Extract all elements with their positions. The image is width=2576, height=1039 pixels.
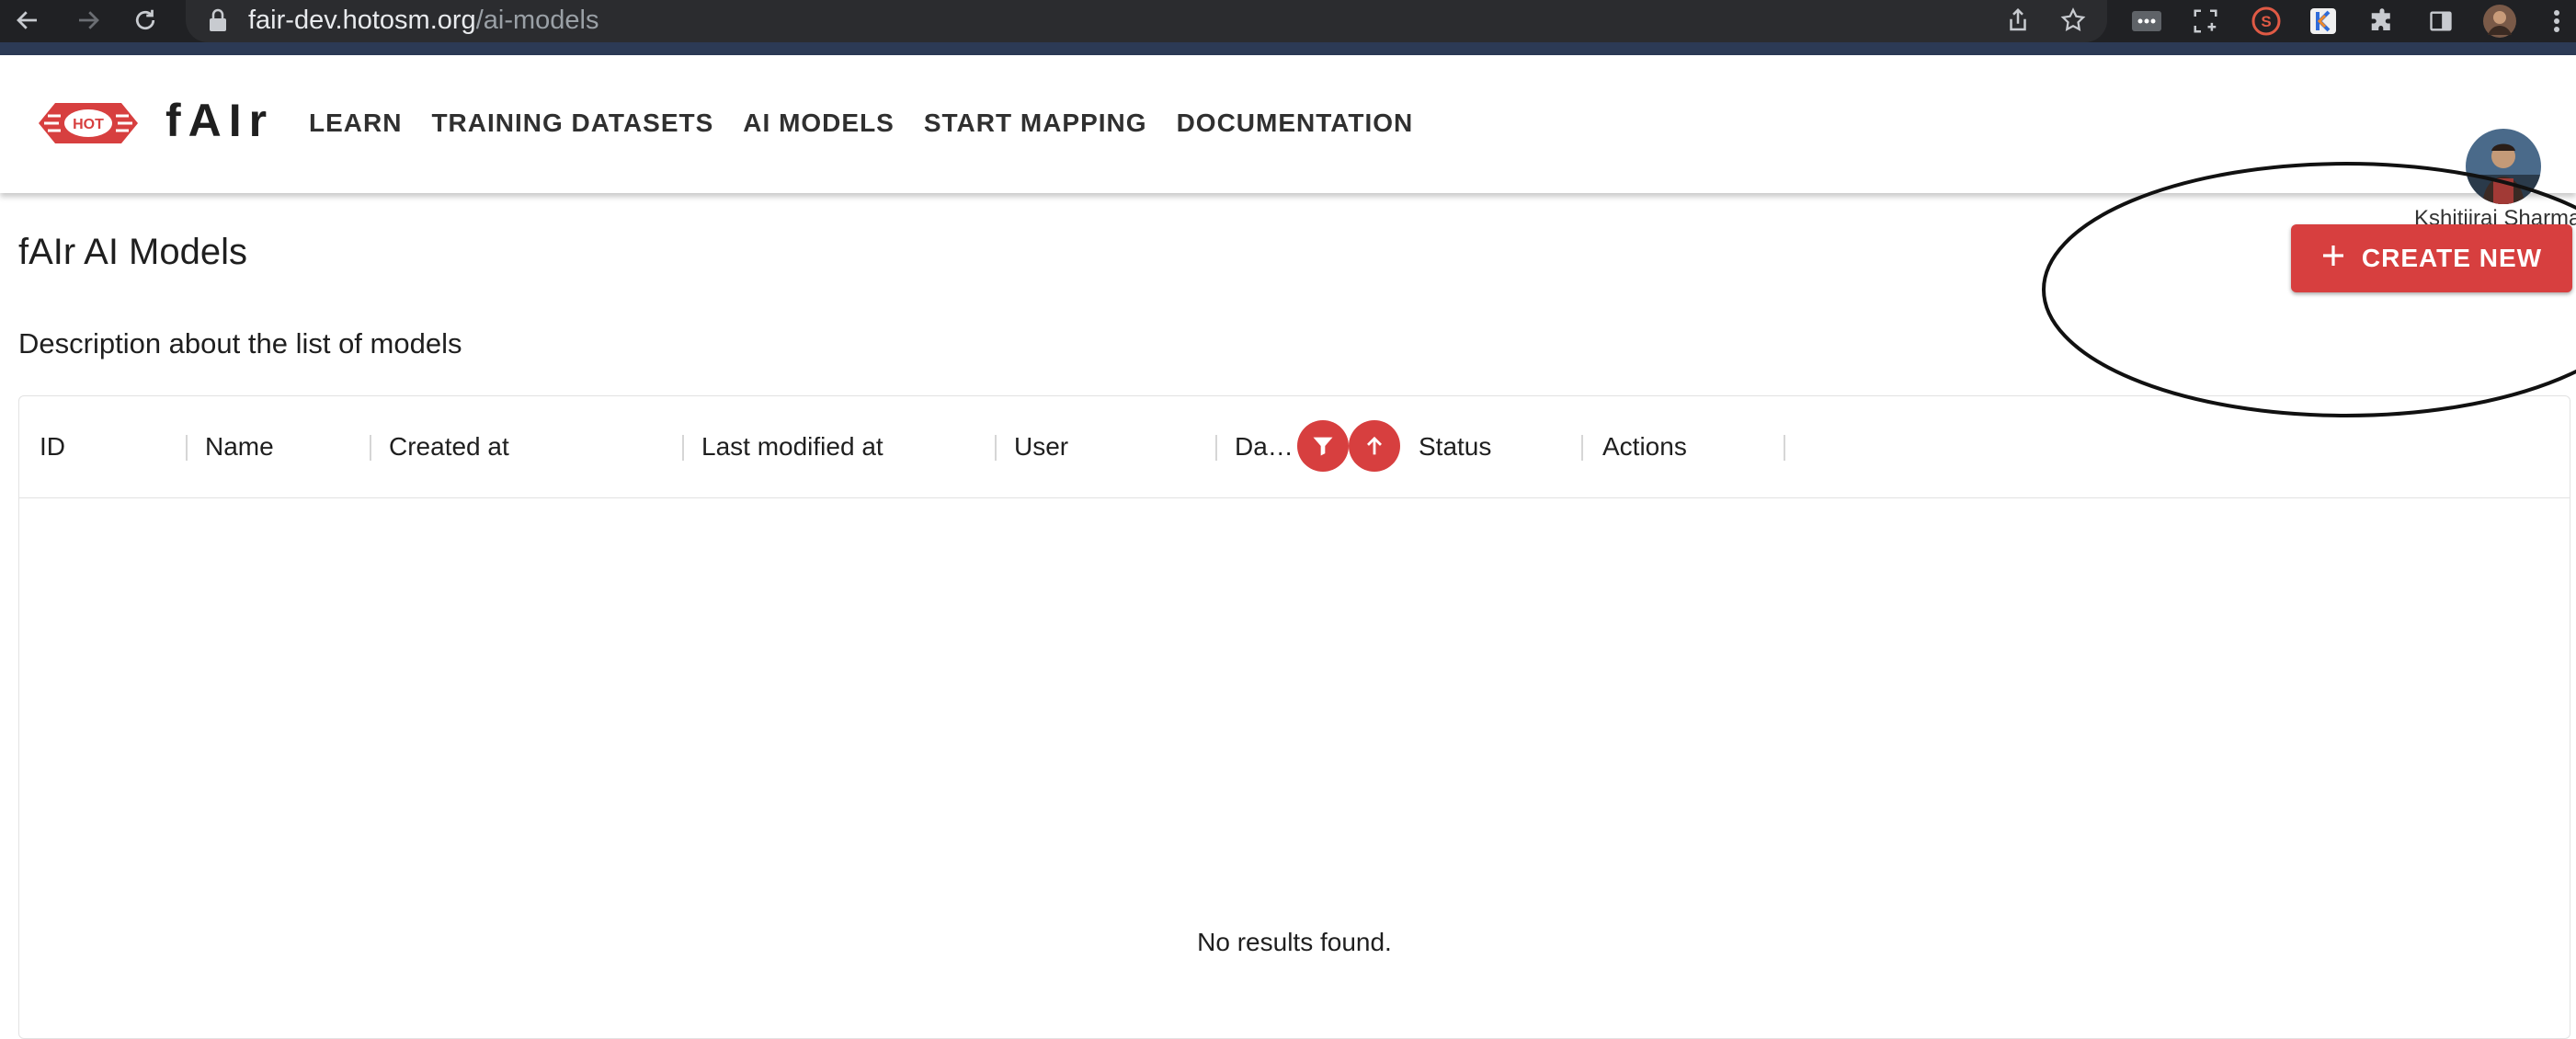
column-label: Last modified at: [701, 432, 883, 461]
column-label: Da…: [1235, 432, 1294, 461]
browser-accent-strip: [0, 42, 2576, 55]
column-label: Created at: [389, 432, 509, 461]
nav-learn[interactable]: LEARN: [309, 108, 402, 138]
models-data-grid: ID Name Created at Last modified at User…: [18, 395, 2570, 1039]
app-header: HOT fAIr LEARN TRAINING DATASETS AI MODE…: [0, 55, 2576, 231]
brand-name[interactable]: fAIr: [165, 94, 274, 147]
column-header-actions[interactable]: Actions: [1602, 396, 1687, 497]
column-header-created-at[interactable]: Created at: [389, 396, 509, 497]
url-path: /ai-models: [475, 6, 599, 35]
main-nav: LEARN TRAINING DATASETS AI MODELS START …: [309, 108, 1413, 138]
lock-icon: [208, 8, 228, 37]
nav-training-datasets[interactable]: TRAINING DATASETS: [431, 108, 713, 138]
puzzle-extensions-icon[interactable]: [2365, 4, 2399, 39]
column-separator[interactable]: [370, 435, 371, 461]
create-new-button[interactable]: CREATE NEW: [2291, 224, 2572, 292]
share-icon[interactable]: [2004, 6, 2032, 39]
grid-header: ID Name Created at Last modified at User…: [19, 396, 2570, 498]
nav-start-mapping[interactable]: START MAPPING: [924, 108, 1147, 138]
browser-toolbar: fair-dev.hotosm.org/ai-models S: [0, 0, 2576, 55]
nav-documentation[interactable]: DOCUMENTATION: [1177, 108, 1414, 138]
side-panel-icon[interactable]: [2423, 4, 2458, 39]
address-bar[interactable]: fair-dev.hotosm.org/ai-models: [186, 0, 2107, 42]
column-label: Actions: [1602, 432, 1687, 461]
create-new-label: CREATE NEW: [2361, 244, 2543, 272]
column-label: Name: [205, 432, 274, 461]
forward-icon[interactable]: [72, 4, 105, 37]
column-separator[interactable]: [186, 435, 188, 461]
column-separator[interactable]: [1784, 435, 1785, 461]
column-separator[interactable]: [995, 435, 997, 461]
column-header-dataset[interactable]: Da…: [1235, 396, 1294, 497]
column-header-user[interactable]: User: [1014, 396, 1068, 497]
sort-ascending-icon[interactable]: [1349, 420, 1400, 472]
column-header-status[interactable]: Status: [1419, 396, 1491, 497]
column-label: Status: [1419, 432, 1492, 461]
user-avatar[interactable]: [2466, 129, 2541, 204]
page-title: fAIr AI Models: [18, 232, 247, 272]
ellipsis-extension-icon[interactable]: [2129, 4, 2164, 39]
bookmark-star-icon[interactable]: [2059, 6, 2087, 39]
back-icon[interactable]: [11, 4, 44, 37]
browser-menu-icon[interactable]: [2543, 4, 2570, 39]
column-separator[interactable]: [1581, 435, 1583, 461]
column-label: ID: [40, 432, 65, 461]
filter-icon[interactable]: [1297, 420, 1349, 472]
column-header-last-modified-at[interactable]: Last modified at: [701, 396, 883, 497]
extension-k-icon[interactable]: [2306, 4, 2341, 39]
screenshot-extension-icon[interactable]: [2188, 4, 2223, 39]
profile-avatar-icon[interactable]: [2482, 4, 2517, 39]
nav-ai-models[interactable]: AI MODELS: [743, 108, 895, 138]
plus-icon: [2321, 244, 2345, 274]
reload-icon[interactable]: [129, 4, 162, 37]
page-description: Description about the list of models: [18, 327, 462, 360]
empty-state-message: No results found.: [1197, 928, 1392, 956]
extension-s-icon[interactable]: S: [2249, 4, 2284, 39]
column-separator[interactable]: [1215, 435, 1217, 461]
hot-logo[interactable]: HOT: [37, 96, 140, 151]
column-separator[interactable]: [682, 435, 684, 461]
url-text: fair-dev.hotosm.org/ai-models: [248, 0, 598, 40]
logo-text: HOT: [73, 117, 104, 132]
column-header-name[interactable]: Name: [205, 396, 274, 497]
column-header-id[interactable]: ID: [40, 396, 65, 497]
url-host: fair-dev.hotosm.org: [248, 6, 476, 35]
column-label: User: [1014, 432, 1069, 461]
svg-text:S: S: [2261, 13, 2271, 30]
